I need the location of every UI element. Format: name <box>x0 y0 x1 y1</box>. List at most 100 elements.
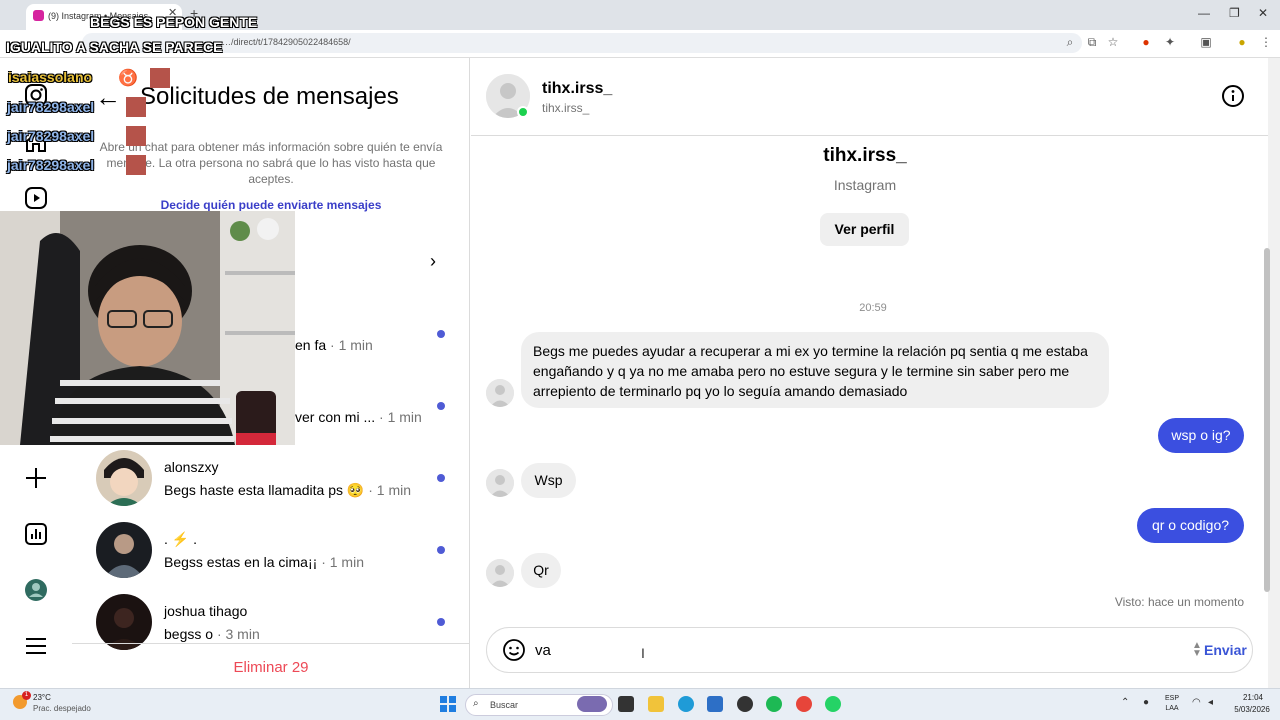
profile-icon[interactable]: ● <box>1234 34 1250 50</box>
windows-taskbar <box>0 688 1280 720</box>
request-username: alonszxy <box>164 459 219 475</box>
profile-name: tihx.irss_ <box>823 145 907 166</box>
maximize-icon[interactable]: ❐ <box>1229 6 1240 20</box>
chrome-icon[interactable] <box>796 696 812 712</box>
profile-source: Instagram <box>833 177 897 193</box>
preview-time: · 1 min <box>330 337 373 353</box>
install-icon[interactable]: ⧉ <box>1084 34 1100 50</box>
wifi-icon[interactable]: ◠ <box>1192 697 1201 708</box>
notification-badge: 1 <box>22 691 31 700</box>
preview-text: ver con mi ... <box>295 409 376 425</box>
emote-icon <box>126 97 146 117</box>
stream-chat-user: jair78298axel <box>7 128 95 144</box>
preview-text: Begss estas en la cima¡¡ <box>164 554 318 570</box>
clock-time[interactable]: 21:04 <box>1228 693 1278 702</box>
edge-icon[interactable] <box>678 696 694 712</box>
chevron-right-icon[interactable]: › <box>430 251 436 272</box>
lang-layout: LAA <box>1165 705 1179 712</box>
preview-text: en fa <box>295 337 327 353</box>
spotify-icon[interactable] <box>766 696 782 712</box>
send-button[interactable]: Enviar <box>1204 642 1247 658</box>
message-input[interactable] <box>535 640 1135 660</box>
windows-start-icon[interactable] <box>440 696 456 712</box>
mic-icon[interactable]: ● <box>1143 697 1149 708</box>
message-bubble-outgoing: qr o codigo? <box>1137 508 1244 543</box>
sender-avatar <box>486 379 514 407</box>
message-bubble-incoming: Qr <box>521 553 561 588</box>
decide-who-link[interactable]: Decide quién puede enviarte mensajes <box>96 198 446 212</box>
list-item-partial[interactable]: ver con mi ... · 1 min <box>295 409 422 425</box>
instagram-favicon-icon <box>33 10 44 21</box>
search-icon: ⌕ <box>473 698 479 709</box>
scroll-arrows-icon: ▲ ▼ <box>1192 640 1202 659</box>
zoom-icon[interactable]: ⌕ <box>1062 34 1078 50</box>
delete-all-button[interactable]: Eliminar 29 <box>72 659 470 676</box>
search-placeholder: Buscar <box>490 700 519 710</box>
browser-menu-icon[interactable]: ⋮ <box>1258 34 1274 50</box>
dashboard-icon[interactable] <box>23 521 49 547</box>
page-title: Solicitudes de mensajes <box>140 83 399 110</box>
url-text: …/direct/t/17842905022484658/ <box>222 37 351 47</box>
weather-temp: 23°C <box>33 693 51 702</box>
file-explorer-icon[interactable] <box>648 696 664 712</box>
stream-chat-user: isaiassolano <box>8 69 93 85</box>
emote-icon <box>126 126 146 146</box>
list-item-partial[interactable]: en fa · 1 min <box>295 337 373 353</box>
obs-icon[interactable] <box>737 696 753 712</box>
extensions-icon[interactable]: ✦ <box>1162 34 1178 50</box>
chat-header-name[interactable]: tihx.irss_ <box>542 80 612 98</box>
opera-icon[interactable]: ● <box>1138 34 1154 50</box>
emoji-icon[interactable] <box>502 638 526 662</box>
preview-text: Begs haste esta llamadita ps 🥺 <box>164 482 365 498</box>
volume-icon[interactable]: ◂ <box>1208 697 1213 708</box>
request-preview[interactable]: Begss estas en la cima¡¡ · 1 min <box>164 554 364 570</box>
unread-dot <box>437 474 445 482</box>
online-status-dot <box>517 106 529 118</box>
stream-chat-user: jair78298axel <box>7 99 95 115</box>
text-cursor-icon: I <box>641 645 645 661</box>
unread-dot <box>437 546 445 554</box>
request-username: . ⚡ . <box>164 531 197 547</box>
create-icon[interactable] <box>23 465 49 491</box>
webcam-overlay <box>0 211 295 445</box>
store-icon[interactable] <box>707 696 723 712</box>
message-timestamp: 20:59 <box>859 302 887 314</box>
preview-time: · 1 min <box>368 482 412 498</box>
stream-chat-user: jair78298axel <box>7 157 95 173</box>
sender-avatar <box>486 559 514 587</box>
profile-avatar-icon[interactable] <box>23 577 49 603</box>
bookmark-star-icon[interactable]: ☆ <box>1105 34 1121 50</box>
preview-time: · 1 min <box>379 409 422 425</box>
bull-emote-icon: ♉ <box>118 70 138 87</box>
view-profile-button[interactable]: Ver perfil <box>820 213 909 246</box>
lang-code[interactable]: ESP <box>1160 695 1184 702</box>
message-bubble-outgoing: wsp o ig? <box>1158 418 1244 453</box>
url-field[interactable]: …/direct/t/17842905022484658/ <box>82 33 1082 53</box>
request-preview[interactable]: Begs haste esta llamadita ps 🥺 · 1 min <box>164 482 411 499</box>
reels-icon[interactable] <box>23 185 49 211</box>
minimize-icon[interactable]: — <box>1198 6 1210 20</box>
emote-icon <box>126 155 146 175</box>
weather-desc: Prac. despejado <box>33 704 91 713</box>
clock-date: 5/03/2026 <box>1234 705 1270 714</box>
message-bubble-incoming: Begs me puedes ayudar a recuperar a mi e… <box>521 332 1109 408</box>
emote-icon <box>150 68 170 88</box>
preview-time: · 1 min <box>321 554 364 570</box>
task-view-icon[interactable] <box>618 696 634 712</box>
tray-chevron-icon[interactable]: ⌃ <box>1121 697 1129 708</box>
menu-icon[interactable] <box>23 633 49 659</box>
request-preview[interactable]: begss o · 3 min <box>164 626 260 642</box>
unread-dot <box>437 618 445 626</box>
sender-avatar <box>486 469 514 497</box>
scrollbar-thumb[interactable] <box>1264 248 1270 592</box>
request-username: joshua tihago <box>164 603 248 619</box>
preview-time: · 3 min <box>216 626 260 642</box>
unread-dot <box>437 330 445 338</box>
screenshot-icon[interactable]: ▣ <box>1198 34 1214 50</box>
avatar <box>96 522 152 578</box>
message-bubble-incoming: Wsp <box>521 463 576 498</box>
search-highlight-icon <box>577 696 607 712</box>
info-icon[interactable] <box>1221 84 1245 108</box>
window-close-icon[interactable]: ✕ <box>1258 6 1268 20</box>
whatsapp-icon[interactable] <box>825 696 841 712</box>
